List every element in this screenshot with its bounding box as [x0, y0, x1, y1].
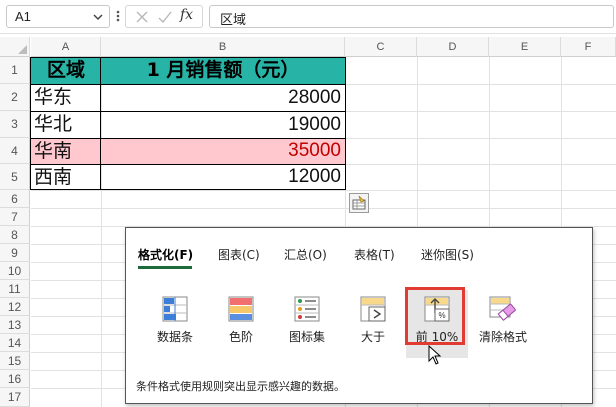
option-greater-than[interactable]: 大于: [342, 290, 404, 358]
row-header[interactable]: 9: [0, 244, 30, 262]
row-header[interactable]: 12: [0, 298, 30, 316]
row-header[interactable]: 8: [0, 226, 30, 244]
option-data-bars[interactable]: 数据条: [144, 290, 206, 358]
icon-set-icon: [294, 296, 320, 322]
table-cell-sales[interactable]: 19000: [101, 111, 345, 138]
row-header[interactable]: 17: [0, 388, 30, 407]
option-label: 图标集: [288, 330, 325, 344]
quick-analysis-button[interactable]: [349, 193, 369, 213]
color-scale-icon: [228, 296, 254, 322]
row-header[interactable]: 3: [0, 111, 30, 138]
formula-bar: A1 fx 区域: [0, 0, 616, 34]
selection-highlight: [405, 287, 465, 345]
tab-sparklines[interactable]: 迷你图(S): [421, 246, 474, 263]
row-header[interactable]: 2: [0, 84, 30, 111]
row-header[interactable]: 16: [0, 370, 30, 388]
table-cell-region[interactable]: 华东: [31, 84, 101, 111]
name-box-value: A1: [15, 9, 31, 24]
cancel-icon[interactable]: [134, 9, 150, 25]
table-cell-sales[interactable]: 12000: [101, 164, 345, 190]
option-label: 色阶: [228, 330, 253, 344]
quick-analysis-popup: 格式化(F) 图表(C) 汇总(O) 表格(T) 迷你图(S) 数据条 色阶 图…: [125, 227, 593, 404]
row-header[interactable]: 1: [0, 57, 30, 84]
column-header-c[interactable]: C: [345, 37, 417, 57]
table-column-divider: [100, 57, 101, 190]
option-label: 清除格式: [478, 330, 527, 344]
row-header[interactable]: 7: [0, 208, 30, 226]
option-label: 数据条: [156, 330, 193, 344]
quick-analysis-icon: [352, 195, 366, 210]
tab-formatting[interactable]: 格式化(F): [138, 246, 193, 263]
table-row-divider: [30, 84, 346, 85]
column-header-f[interactable]: F: [561, 37, 616, 57]
popup-description: 条件格式使用规则突出显示感兴趣的数据。: [136, 380, 345, 393]
formula-content: 区域: [220, 13, 247, 28]
active-tab-indicator: [138, 266, 192, 269]
mouse-cursor-icon: [428, 345, 442, 365]
tab-tables[interactable]: 表格(T): [354, 246, 395, 263]
table-cell-region[interactable]: 西南: [31, 164, 101, 190]
greater-than-icon: [360, 296, 386, 322]
table-header-region[interactable]: 区域: [31, 57, 101, 84]
table-row-divider: [30, 111, 346, 112]
row-header[interactable]: 10: [0, 262, 30, 280]
chevron-down-icon[interactable]: [91, 10, 105, 24]
column-header-b[interactable]: B: [101, 37, 345, 57]
row-header[interactable]: 15: [0, 352, 30, 370]
data-bars-icon: [162, 296, 188, 322]
row-header[interactable]: 5: [0, 164, 30, 190]
row-header[interactable]: 11: [0, 280, 30, 298]
row-header[interactable]: 6: [0, 190, 30, 208]
table-cell-sales-highlighted[interactable]: 35000: [101, 138, 345, 164]
option-label: 大于: [360, 330, 385, 344]
table-header-sales[interactable]: 1 月销售额（元）: [101, 57, 345, 84]
confirm-icon[interactable]: [157, 9, 173, 25]
tab-charts[interactable]: 图表(C): [218, 246, 260, 263]
option-clear-format[interactable]: 清除格式: [472, 290, 534, 358]
formula-actions: fx: [125, 5, 203, 28]
table-row-divider: [30, 164, 346, 165]
column-header-a[interactable]: A: [31, 37, 101, 57]
row-header[interactable]: 14: [0, 334, 30, 352]
table-cell-sales[interactable]: 28000: [101, 84, 345, 111]
row-header[interactable]: 4: [0, 138, 30, 164]
option-icon-set[interactable]: 图标集: [276, 290, 338, 358]
tab-totals[interactable]: 汇总(O): [284, 246, 327, 263]
select-all-corner[interactable]: [0, 37, 30, 57]
option-color-scale[interactable]: 色阶: [210, 290, 272, 358]
insert-function-icon[interactable]: fx: [180, 7, 193, 23]
table-cell-region-highlighted[interactable]: 华南: [31, 138, 101, 164]
row-header[interactable]: 13: [0, 316, 30, 334]
clear-format-icon: [489, 296, 516, 321]
table-cell-region[interactable]: 华北: [31, 111, 101, 138]
column-header-e[interactable]: E: [489, 37, 561, 57]
more-options-icon[interactable]: [115, 8, 121, 24]
formula-input[interactable]: 区域: [209, 5, 614, 28]
name-box[interactable]: A1: [6, 5, 110, 28]
table-row-divider: [30, 138, 346, 139]
column-header-d[interactable]: D: [417, 37, 489, 57]
